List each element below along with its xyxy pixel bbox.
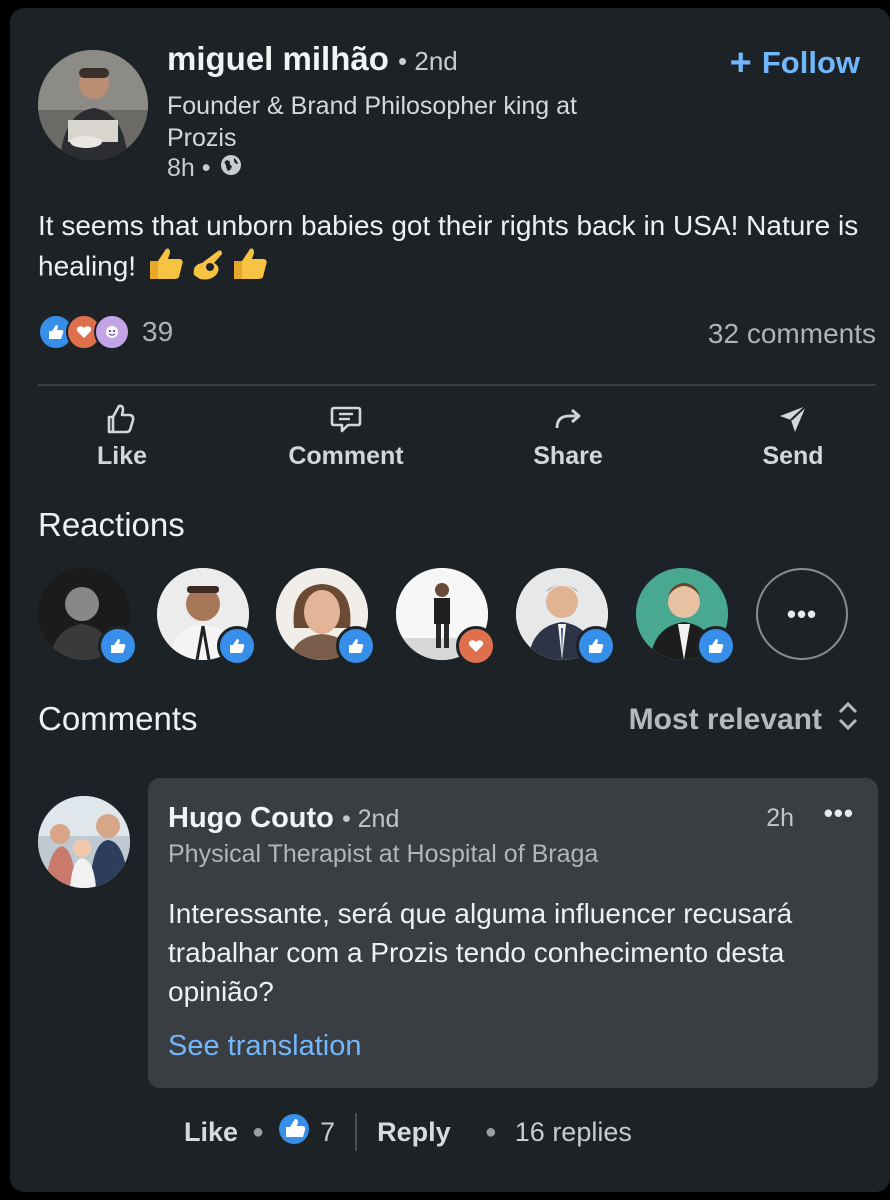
- comment-bubble: Hugo Couto • 2nd 2h ••• Physical Therapi…: [148, 778, 878, 1088]
- send-label: Send: [762, 442, 824, 470]
- vertical-divider: [355, 1113, 358, 1151]
- comment-like-button[interactable]: Like: [184, 1117, 238, 1148]
- comment-text: Interessante, será que alguma influencer…: [168, 898, 793, 1007]
- sort-chevron-icon: [836, 700, 860, 740]
- like-badge-icon: [336, 626, 376, 666]
- author-headline: Founder & Brand Philosopher king at Proz…: [167, 92, 577, 152]
- reactions-title: Reactions: [38, 506, 185, 543]
- plus-icon: +: [729, 42, 752, 84]
- follow-label: Follow: [761, 45, 860, 80]
- ok-hand-emoji: [188, 245, 228, 291]
- post-text: It seems that unborn babies got their ri…: [38, 206, 888, 291]
- post-timestamp: 8h •: [167, 153, 243, 184]
- sort-dropdown[interactable]: Most relevant: [629, 700, 860, 740]
- commenter-degree: • 2nd: [341, 805, 400, 833]
- like-badge-icon: [217, 626, 257, 666]
- reaction-summary[interactable]: 39: [38, 314, 173, 350]
- like-button[interactable]: Like: [42, 402, 202, 471]
- author-name[interactable]: miguel milhão • 2nd: [167, 40, 458, 78]
- comment-like-count[interactable]: 7: [320, 1117, 335, 1148]
- commenter-headline: Physical Therapist at Hospital of Braga: [168, 840, 599, 868]
- comment-label: Comment: [288, 442, 404, 470]
- sort-label: Most relevant: [628, 703, 822, 736]
- like-badge-icon: [696, 626, 736, 666]
- replies-link[interactable]: 16 replies: [515, 1117, 632, 1148]
- author-avatar[interactable]: [38, 50, 148, 160]
- comments-count-link[interactable]: 32 comments: [708, 318, 876, 350]
- share-icon: [488, 402, 648, 436]
- thumbs-up-emoji: [230, 245, 270, 291]
- separator-dot: ●: [484, 1120, 497, 1143]
- share-button[interactable]: Share: [488, 402, 648, 471]
- separator-dot: ●: [252, 1120, 265, 1143]
- send-button[interactable]: Send: [713, 402, 873, 471]
- comment-menu-button[interactable]: •••: [824, 798, 854, 829]
- thumbs-up-icon: [42, 402, 202, 436]
- comments-title: Comments: [38, 700, 198, 737]
- insightful-reaction-icon: [94, 314, 130, 350]
- share-label: Share: [533, 442, 603, 470]
- comment-button[interactable]: Comment: [266, 402, 426, 471]
- like-label: Like: [96, 442, 148, 470]
- globe-icon: [219, 153, 243, 184]
- follow-button[interactable]: + Follow: [730, 44, 860, 82]
- post-time: 8h •: [167, 154, 211, 182]
- commenter-name-text[interactable]: Hugo Couto: [168, 802, 334, 834]
- reply-button[interactable]: Reply: [377, 1117, 451, 1148]
- divider: [38, 384, 876, 386]
- send-icon: [713, 402, 873, 436]
- post-card: miguel milhão • 2nd Founder & Brand Phil…: [10, 8, 890, 1192]
- reaction-count: 39: [142, 316, 174, 347]
- see-translation-link[interactable]: See translation: [168, 1030, 361, 1063]
- like-badge-icon: [576, 626, 616, 666]
- comment-time: 2h: [766, 804, 794, 832]
- love-badge-icon: [456, 626, 496, 666]
- more-reactions-button[interactable]: •••: [756, 568, 848, 660]
- like-reaction-icon: [278, 1113, 310, 1152]
- author-name-text[interactable]: miguel milhão: [167, 40, 389, 77]
- comment-icon: [266, 402, 426, 436]
- connection-degree: • 2nd: [398, 46, 458, 76]
- thumbs-up-emoji: [146, 245, 186, 291]
- commenter-avatar[interactable]: [38, 796, 130, 888]
- commenter-name[interactable]: Hugo Couto • 2nd: [168, 802, 399, 835]
- comment-actions: Like ● 7 Reply ● 16 replies: [184, 1112, 632, 1152]
- like-badge-icon: [98, 626, 138, 666]
